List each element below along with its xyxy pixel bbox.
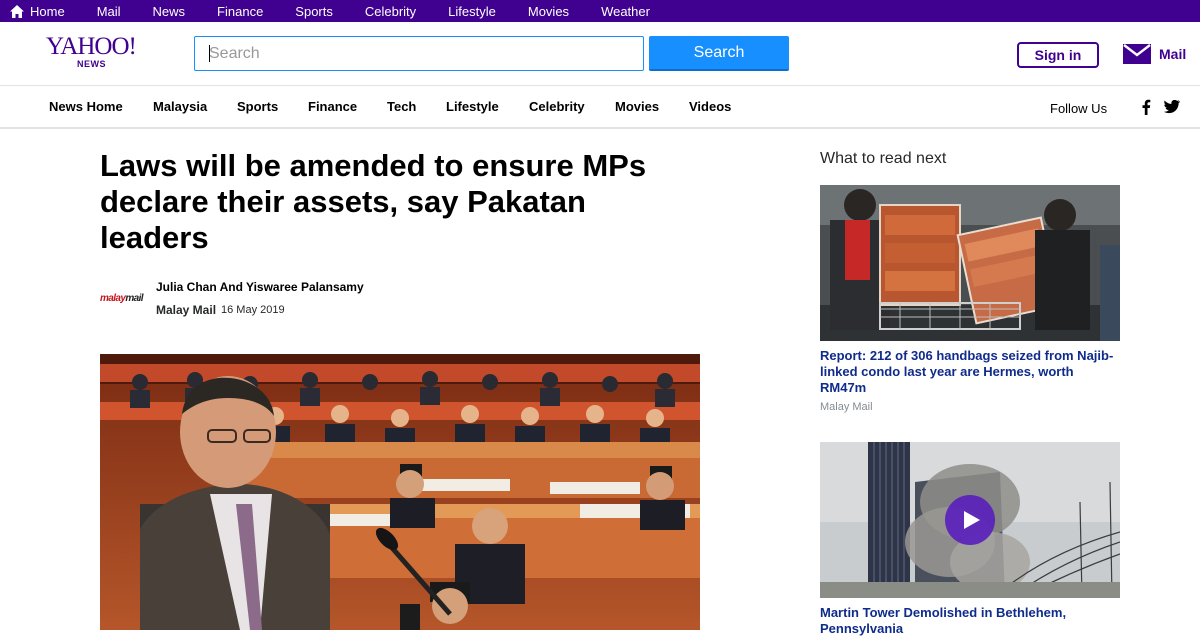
home-icon <box>10 4 24 18</box>
topbar-item-finance[interactable]: Finance <box>217 4 263 19</box>
topbar-item-mail[interactable]: Mail <box>97 4 121 19</box>
article-author: Julia Chan And Yiswaree Palansamy <box>156 280 364 294</box>
facebook-icon[interactable] <box>1141 99 1151 115</box>
hero-photo <box>100 354 700 630</box>
follow-us-label: Follow Us <box>1050 101 1108 116</box>
sidebar-video-title[interactable]: Martin Tower Demolished in Bethlehem, Pe… <box>820 605 1120 637</box>
mail-link[interactable]: Mail <box>1123 44 1186 64</box>
sidebar-title: What to read next <box>820 150 947 167</box>
topbar-item-label: Movies <box>527 3 570 19</box>
publisher-logo-part: malay <box>100 293 126 304</box>
search-input[interactable] <box>194 36 644 71</box>
publisher-logo-part: mail <box>125 293 143 304</box>
topbar-item-label: News <box>152 3 186 19</box>
text-cursor <box>209 45 210 62</box>
nav-item-finance[interactable]: Finance <box>308 99 357 114</box>
nav-item-videos[interactable]: Videos <box>689 99 731 114</box>
topbar-item-label: Lifestyle <box>448 3 496 19</box>
sidebar-card-title[interactable]: Report: 212 of 306 handbags seized from … <box>820 348 1120 396</box>
topbar-item-label: Sports <box>295 3 333 19</box>
topbar-item-label: Weather <box>601 3 650 19</box>
topbar-item-label: Home <box>30 3 65 19</box>
nav-item-news-home[interactable]: News Home <box>49 99 123 114</box>
yahoo-news-logo[interactable]: YAHOO! NEWS <box>46 34 142 74</box>
article-source[interactable]: Malay Mail <box>156 303 216 317</box>
sign-in-button[interactable]: Sign in <box>1017 42 1099 68</box>
sidebar-card-source: Malay Mail <box>820 401 873 413</box>
sidebar-card-image[interactable] <box>820 185 1120 341</box>
logo-brand: YAHOO! <box>46 33 137 60</box>
topbar-item-label: Mail <box>96 3 121 19</box>
article-headline: Laws will be amended to ensure MPs decla… <box>100 148 647 255</box>
nav-item-lifestyle[interactable]: Lifestyle <box>446 99 499 114</box>
play-icon[interactable] <box>945 495 995 545</box>
topbar-item-home[interactable]: Home <box>10 4 65 19</box>
topbar-item-movies[interactable]: Movies <box>528 4 569 19</box>
mail-icon <box>1123 44 1151 64</box>
nav-item-malaysia[interactable]: Malaysia <box>153 99 207 114</box>
sidebar-video-thumbnail[interactable] <box>820 442 1120 598</box>
topbar-item-weather[interactable]: Weather <box>601 4 650 19</box>
topbar-item-news[interactable]: News <box>153 4 186 19</box>
search-button[interactable]: Search <box>649 36 789 71</box>
section-navigation: News Home Malaysia Sports Finance Tech L… <box>0 86 1200 129</box>
nav-item-movies[interactable]: Movies <box>615 99 659 114</box>
topbar-item-celebrity[interactable]: Celebrity <box>365 4 416 19</box>
nav-item-celebrity[interactable]: Celebrity <box>529 99 585 114</box>
site-header: YAHOO! NEWS Search Sign in Mail <box>0 22 1200 86</box>
card-photo <box>820 185 1120 341</box>
nav-item-sports[interactable]: Sports <box>237 99 278 114</box>
twitter-icon[interactable] <box>1164 100 1180 114</box>
mail-label: Mail <box>1159 46 1187 62</box>
article-date: 16 May 2019 <box>221 304 285 316</box>
article-hero-image <box>100 354 700 630</box>
topbar-item-sports[interactable]: Sports <box>295 4 333 19</box>
publisher-logo[interactable]: malaymail <box>100 293 144 304</box>
topbar-item-label: Celebrity <box>364 3 417 19</box>
topbar-item-label: Finance <box>217 3 264 19</box>
topbar-item-lifestyle[interactable]: Lifestyle <box>448 4 496 19</box>
nav-item-tech[interactable]: Tech <box>387 99 416 114</box>
logo-sub: NEWS <box>77 59 106 69</box>
top-navigation-bar: Home Mail News Finance Sports Celebrity … <box>0 0 1200 22</box>
